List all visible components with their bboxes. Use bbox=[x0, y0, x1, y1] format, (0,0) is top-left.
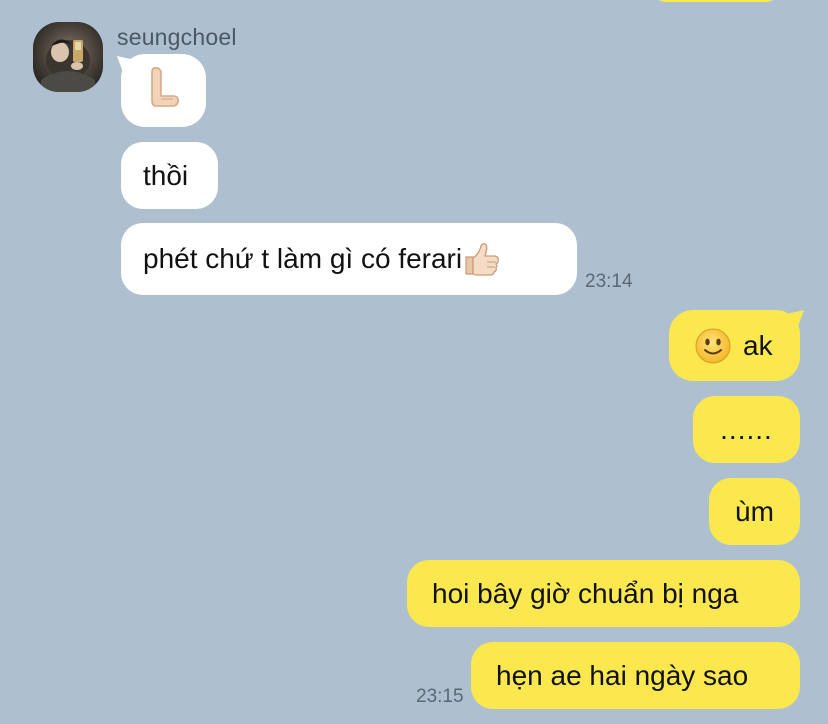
timestamp: 23:14 bbox=[585, 271, 633, 292]
message-text: ...... bbox=[720, 413, 773, 445]
thumbs-up-emoji-icon bbox=[463, 242, 501, 276]
outgoing-message[interactable]: ak bbox=[669, 310, 800, 381]
incoming-message[interactable]: thồi bbox=[121, 142, 218, 209]
slightly-smiling-face-icon bbox=[695, 328, 731, 364]
hand-l-emoji-icon bbox=[148, 66, 180, 115]
contact-avatar[interactable] bbox=[33, 22, 103, 92]
timestamp: 23:15 bbox=[416, 686, 464, 707]
previous-outgoing-bubble-edge bbox=[652, 0, 780, 2]
contact-name: seungchoel bbox=[117, 24, 237, 50]
message-text: ak bbox=[743, 329, 773, 361]
outgoing-message[interactable]: ùm bbox=[709, 478, 800, 545]
message-text: hoi bây giờ chuẩn bị nga bbox=[432, 577, 739, 609]
outgoing-message[interactable]: ...... bbox=[693, 396, 800, 463]
message-text: phét chứ t làm gì có ferari bbox=[143, 243, 463, 274]
message-text: thồi bbox=[143, 159, 189, 191]
incoming-message-hand-emoji[interactable] bbox=[121, 54, 206, 127]
message-text: ùm bbox=[735, 495, 774, 527]
message-text: hẹn ae hai ngày sao bbox=[496, 659, 749, 691]
incoming-message[interactable]: phét chứ t làm gì có ferari bbox=[121, 223, 577, 295]
outgoing-message[interactable]: hoi bây giờ chuẩn bị nga bbox=[407, 560, 800, 627]
outgoing-message[interactable]: hẹn ae hai ngày sao bbox=[471, 642, 800, 709]
